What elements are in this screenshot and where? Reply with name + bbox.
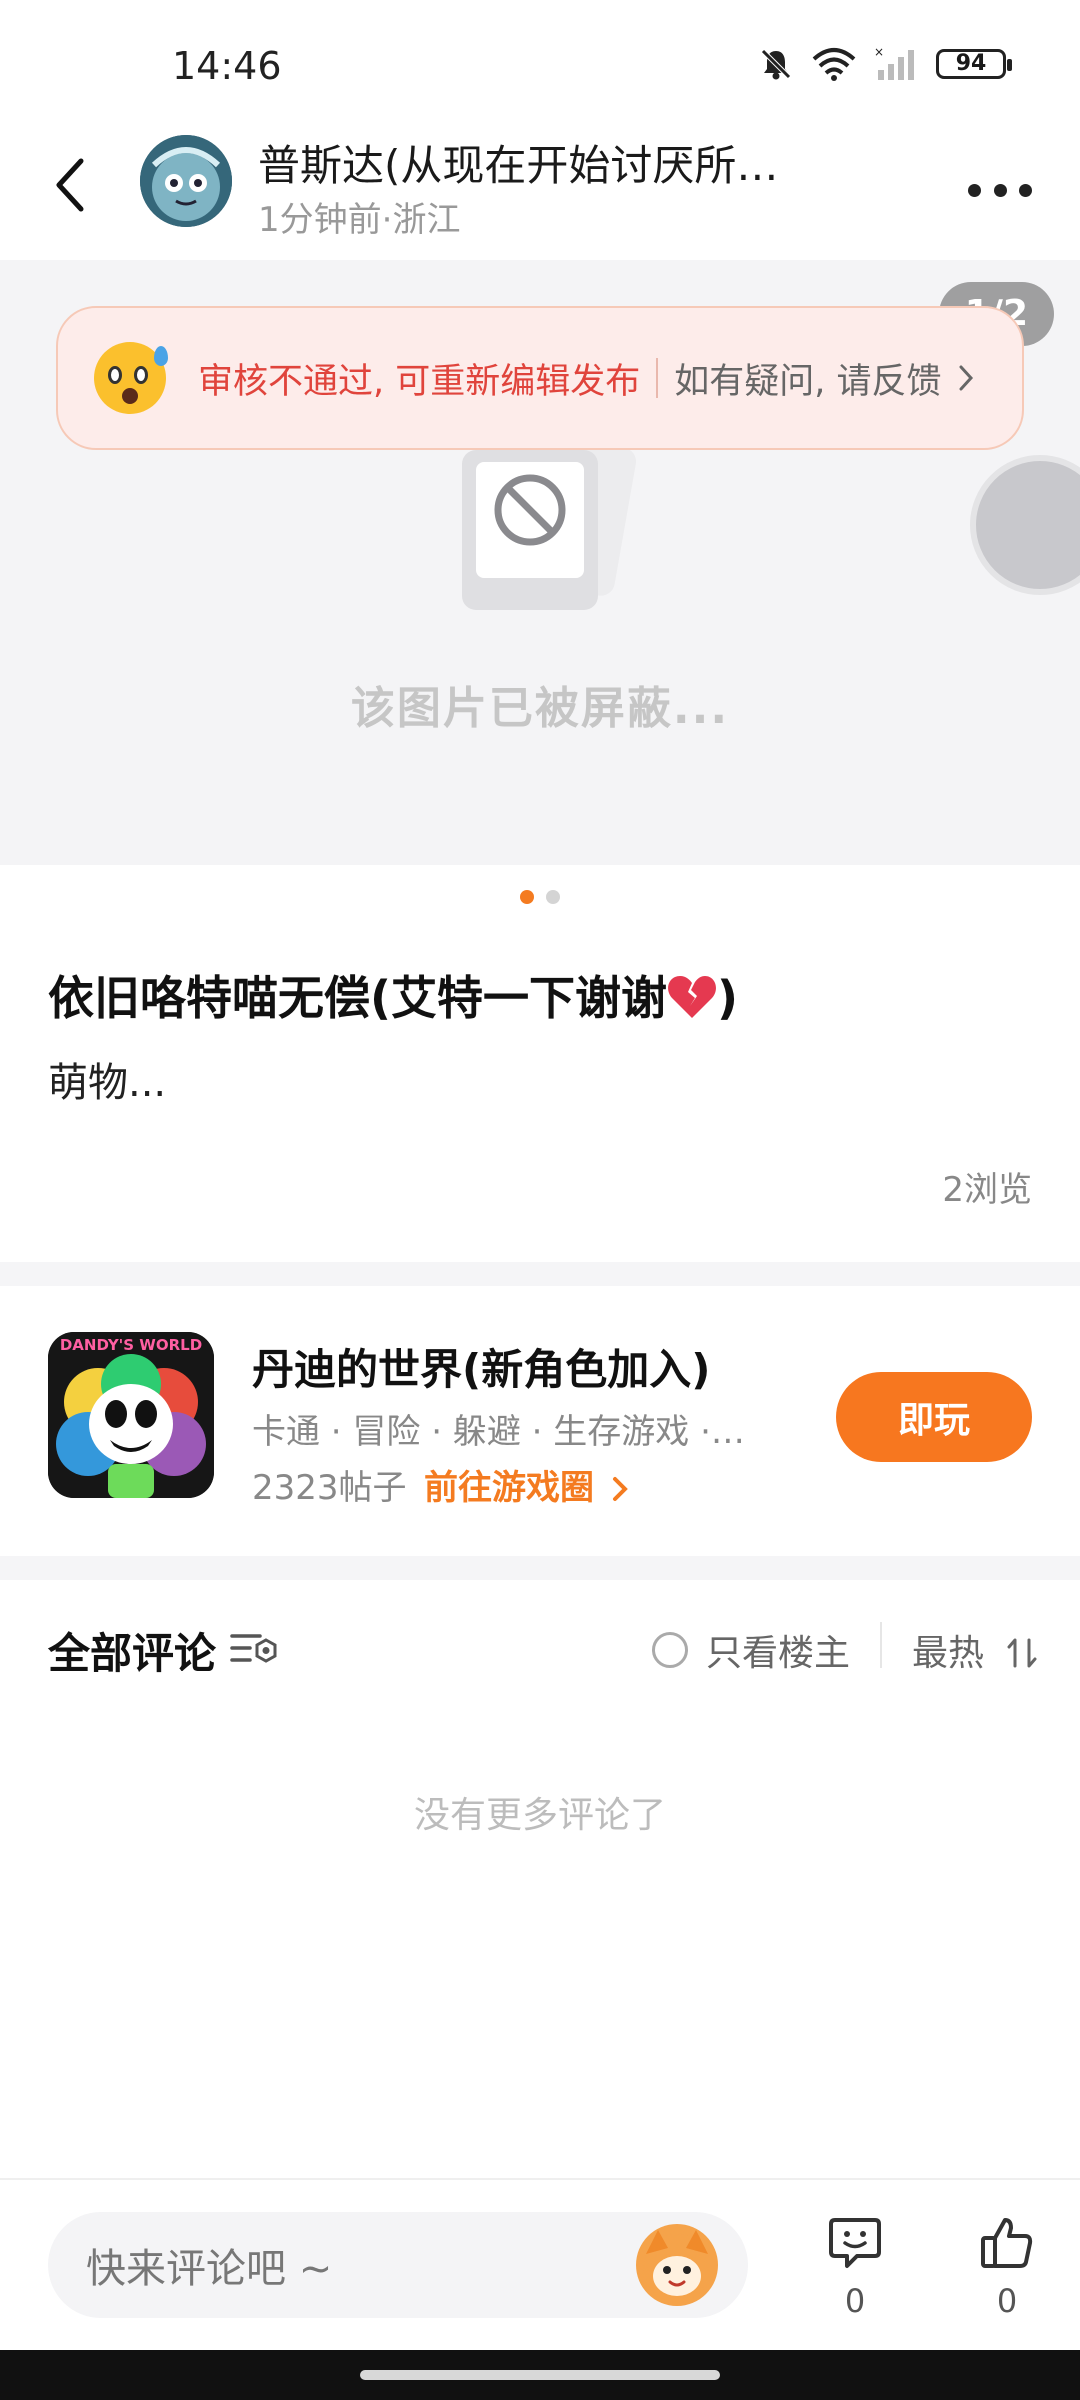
chevron-left-icon [56, 158, 84, 212]
game-card[interactable]: DANDY'S WORLD 丹迪的世界(新角色加入) 卡通 · 冒险 · 躲避 … [0, 1286, 1080, 1556]
pagination-dot-active [520, 890, 534, 904]
avatar-image [140, 135, 232, 227]
status-time: 14:46 [172, 44, 282, 88]
broken-heart-icon [668, 976, 716, 1018]
review-rejected-banner[interactable]: 审核不通过, 可重新编辑发布 如有疑问, 请反馈 [56, 306, 1024, 450]
mascot-icon[interactable] [636, 2224, 718, 2306]
empty-comments-text: 没有更多评论了 [413, 1795, 666, 1836]
comment-count: 0 [844, 2282, 866, 2320]
game-icon-text: DANDY'S WORLD [59, 1336, 203, 1354]
game-circle-link-label: 前往游戏圈 [424, 1468, 594, 1508]
pagination-dot [546, 890, 560, 904]
chevron-right-icon [612, 1477, 628, 1501]
author-name[interactable]: 普斯达(从现在开始讨厌所有... [258, 132, 818, 193]
sort-button[interactable]: 最热 [912, 1624, 1041, 1676]
post-meta: 1分钟前·浙江 [258, 200, 461, 240]
game-tags: 卡通 · 冒险 · 躲避 · 生存游戏 · ... [252, 1412, 752, 1452]
chevron-right-icon [959, 365, 973, 391]
anxious-face-icon [94, 342, 168, 414]
owner-only-label: 只看楼主 [706, 1633, 851, 1674]
post-body: 萌物... [48, 1060, 167, 1106]
floating-action-button[interactable] [970, 455, 1080, 595]
more-options-button[interactable] [960, 160, 1040, 220]
post-title-suffix: ) [717, 971, 739, 1025]
wifi-icon [812, 48, 856, 81]
more-dot [1019, 183, 1032, 197]
home-indicator[interactable] [360, 2370, 720, 2380]
review-status-text: 审核不通过, 可重新编辑发布 [198, 361, 641, 402]
blocked-image-text: 该图片已被屏蔽... [350, 683, 730, 734]
more-dot [968, 183, 981, 197]
comment-action[interactable]: 0 [810, 2216, 900, 2320]
section-separator [0, 1262, 1080, 1286]
svg-text:×: × [874, 46, 884, 59]
status-icons: × 94 [758, 46, 1012, 82]
signal-icon: × [874, 46, 914, 80]
image-pagination [0, 890, 1080, 904]
section-separator [0, 1556, 1080, 1580]
banner-divider [656, 358, 659, 398]
like-count: 0 [996, 2282, 1018, 2320]
post-title-text: 依旧咯特喵无偿(艾特一下谢谢 [48, 971, 668, 1025]
bottom-bar: 快来评论吧 ~ 0 0 [0, 2178, 1080, 2350]
sort-divider [880, 1622, 882, 1668]
game-logo-image [48, 1332, 214, 1498]
post-title: 依旧咯特喵无偿(艾特一下谢谢 ) [48, 962, 738, 1028]
sort-label: 最热 [912, 1633, 985, 1674]
game-icon[interactable]: DANDY'S WORLD [48, 1332, 214, 1498]
owner-only-toggle[interactable]: 只看楼主 [652, 1624, 850, 1676]
thumbs-up-icon [981, 2218, 1033, 2268]
back-button[interactable] [40, 150, 100, 220]
post-header: 普斯达(从现在开始讨厌所有... 1分钟前·浙江 [0, 120, 1080, 260]
status-bar: 14:46 × 94 [0, 0, 1080, 120]
owner-only-radio[interactable] [652, 1632, 688, 1668]
more-dot [993, 183, 1007, 197]
comment-icon [829, 2218, 881, 2268]
filter-settings-icon[interactable] [230, 1628, 278, 1668]
system-nav-bar [0, 2350, 1080, 2400]
game-name[interactable]: 丹迪的世界(新角色加入) [252, 1336, 710, 1397]
author-avatar[interactable] [140, 135, 232, 227]
play-button[interactable]: 即玩 [836, 1372, 1032, 1462]
feedback-link[interactable]: 如有疑问, 请反馈 [674, 353, 941, 404]
mute-bell-icon [761, 49, 791, 80]
battery-indicator: 94 [936, 49, 1012, 79]
sort-arrows-icon [1007, 1638, 1037, 1668]
like-action[interactable]: 0 [962, 2216, 1052, 2320]
view-count: 2浏览 [942, 1170, 1032, 1210]
game-circle-link[interactable]: 前往游戏圈 [424, 1460, 628, 1509]
game-post-count: 2323帖子 [252, 1468, 407, 1508]
comments-title: 全部评论 [48, 1629, 217, 1678]
